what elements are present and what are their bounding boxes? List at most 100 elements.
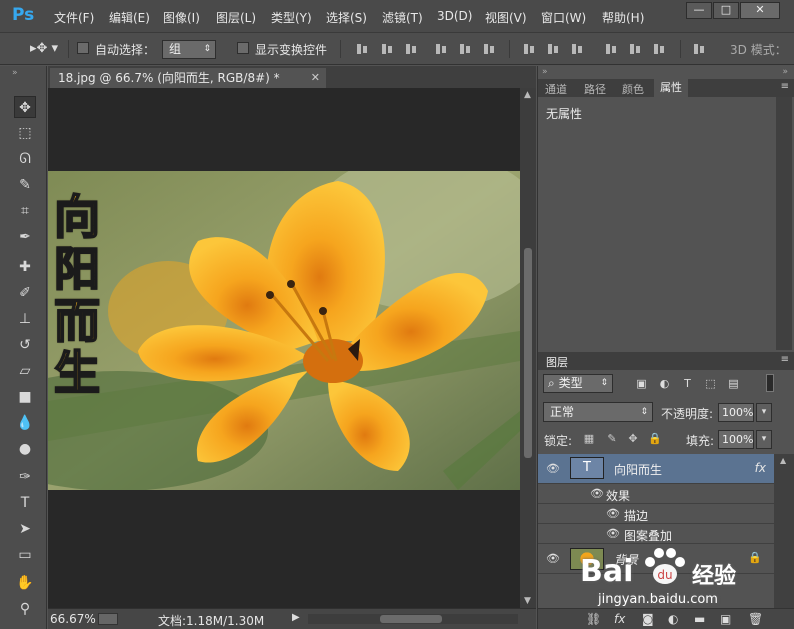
collapse-icon[interactable]: »: [12, 68, 18, 78]
distribute-hcenter-icon[interactable]: [628, 42, 642, 56]
distribute-right-icon[interactable]: [652, 42, 666, 56]
tab-paths[interactable]: 路径: [584, 81, 606, 97]
distribute-top-icon[interactable]: [522, 42, 536, 56]
scroll-up-icon[interactable]: ▲: [780, 456, 786, 465]
path-select-tool-icon[interactable]: ➤: [14, 518, 36, 540]
zoom-level[interactable]: 66.67%: [50, 612, 96, 626]
menu-filter[interactable]: 滤镜(T): [382, 9, 423, 26]
align-bottom-icon[interactable]: [404, 42, 418, 56]
close-button[interactable]: ✕: [740, 2, 780, 19]
menu-3d[interactable]: 3D(D): [437, 9, 472, 23]
type-tool-icon[interactable]: T: [14, 492, 36, 514]
layer-row-text[interactable]: 👁 T 向阳而生 fx: [538, 454, 774, 484]
restore-button[interactable]: □: [713, 2, 739, 19]
gradient-tool-icon[interactable]: ■: [14, 386, 36, 408]
move-tool-preset-icon[interactable]: ▸✥ ▾: [30, 41, 58, 56]
filter-adjustment-icon[interactable]: ◐: [658, 377, 671, 390]
align-right-icon[interactable]: [482, 42, 496, 56]
minimize-button[interactable]: —: [686, 2, 712, 19]
layers-title[interactable]: 图层: [546, 354, 568, 370]
tab-color[interactable]: 颜色: [622, 81, 644, 97]
menu-image[interactable]: 图像(I): [163, 9, 200, 26]
align-vcenter-icon[interactable]: [380, 42, 394, 56]
filter-toggle[interactable]: [766, 374, 774, 392]
align-hcenter-icon[interactable]: [458, 42, 472, 56]
distribute-vcenter-icon[interactable]: [546, 42, 560, 56]
filter-smart-object-icon[interactable]: ▤: [727, 377, 740, 390]
document-tab[interactable]: 18.jpg @ 66.7% (向阳而生, RGB/8#) * ✕: [50, 68, 326, 88]
lock-all-icon[interactable]: 🔒: [648, 433, 662, 445]
tab-properties[interactable]: 属性: [654, 79, 688, 97]
filter-shape-icon[interactable]: ⬚: [704, 377, 717, 390]
blur-tool-icon[interactable]: 💧: [14, 412, 36, 434]
canvas-area[interactable]: 向 阳 而 生: [48, 88, 520, 608]
clone-stamp-tool-icon[interactable]: ⊥: [14, 308, 36, 330]
menu-layer[interactable]: 图层(L): [216, 9, 256, 26]
distribute-bottom-icon[interactable]: [570, 42, 584, 56]
menu-help[interactable]: 帮助(H): [602, 9, 644, 26]
dodge-tool-icon[interactable]: ●: [14, 438, 36, 460]
hand-tool-icon[interactable]: ✋: [14, 572, 36, 594]
properties-scrollbar[interactable]: [776, 97, 792, 350]
eye-icon[interactable]: 👁: [546, 552, 560, 565]
opacity-input[interactable]: 100%: [718, 403, 754, 422]
collapse-icon[interactable]: »: [782, 67, 788, 77]
distribute-left-icon[interactable]: [604, 42, 618, 56]
lock-pixels-icon[interactable]: ✎: [606, 433, 618, 445]
menu-view[interactable]: 视图(V): [485, 9, 527, 26]
eye-icon[interactable]: 👁: [590, 487, 604, 500]
menu-select[interactable]: 选择(S): [326, 9, 367, 26]
close-tab-icon[interactable]: ✕: [311, 68, 320, 88]
lasso-tool-icon[interactable]: ᘏ: [14, 148, 36, 170]
layer-filter-dropdown[interactable]: ⌕ 类型 ⇕: [543, 374, 613, 393]
menu-type[interactable]: 类型(Y): [271, 9, 312, 26]
fill-input[interactable]: 100%: [718, 430, 754, 449]
canvas-vertical-scrollbar[interactable]: ▲ ▼: [520, 88, 536, 608]
auto-align-icon[interactable]: [692, 42, 706, 56]
fx-icon[interactable]: fx: [755, 461, 766, 475]
status-menu-arrow-icon[interactable]: ▶: [292, 612, 300, 623]
panel-menu-icon[interactable]: ≡: [781, 354, 789, 365]
eye-icon[interactable]: 👁: [606, 527, 620, 540]
align-left-icon[interactable]: [434, 42, 448, 56]
auto-select-checkbox[interactable]: [77, 42, 89, 54]
filter-type-icon[interactable]: T: [681, 377, 694, 390]
pen-tool-icon[interactable]: ✑: [14, 466, 36, 488]
menu-file[interactable]: 文件(F): [54, 9, 94, 26]
eyedropper-tool-icon[interactable]: ✒: [14, 226, 36, 248]
tab-channels[interactable]: 通道: [545, 81, 567, 97]
canvas-horizontal-scrollbar[interactable]: [308, 614, 518, 624]
fill-dropdown-icon[interactable]: ▾: [756, 430, 772, 449]
align-top-icon[interactable]: [355, 42, 369, 56]
scroll-down-icon[interactable]: ▼: [524, 596, 531, 606]
lock-transparent-icon[interactable]: ▦: [583, 433, 595, 445]
healing-brush-tool-icon[interactable]: ✚: [14, 256, 36, 278]
brush-tool-icon[interactable]: ✐: [14, 282, 36, 304]
panel-menu-icon[interactable]: ≡: [781, 81, 789, 92]
history-brush-tool-icon[interactable]: ↺: [14, 334, 36, 356]
lock-position-icon[interactable]: ✥: [627, 433, 639, 445]
zoom-tool-icon[interactable]: ⚲: [14, 598, 36, 620]
eye-icon[interactable]: 👁: [606, 507, 620, 520]
crop-tool-icon[interactable]: ⌗: [14, 200, 36, 222]
scroll-thumb[interactable]: [524, 248, 532, 458]
scroll-thumb[interactable]: [380, 615, 442, 623]
menu-window[interactable]: 窗口(W): [541, 9, 586, 26]
filter-pixel-icon[interactable]: ▣: [635, 377, 648, 390]
blend-mode-dropdown[interactable]: 正常 ⇕: [543, 402, 653, 422]
eye-icon[interactable]: 👁: [546, 462, 560, 475]
move-tool-icon[interactable]: ✥: [14, 96, 36, 118]
rectangle-tool-icon[interactable]: ▭: [14, 544, 36, 566]
effects-row[interactable]: 👁 效果: [538, 484, 774, 504]
auto-select-dropdown[interactable]: 组 ⇕: [162, 40, 216, 59]
photo-canvas[interactable]: 向 阳 而 生: [48, 171, 520, 490]
status-info-icon[interactable]: [98, 613, 118, 625]
scroll-up-icon[interactable]: ▲: [524, 90, 531, 100]
effect-stroke-row[interactable]: 👁 描边: [538, 504, 774, 524]
quick-select-tool-icon[interactable]: ✎: [14, 174, 36, 196]
show-transform-checkbox[interactable]: [237, 42, 249, 54]
menu-edit[interactable]: 编辑(E): [109, 9, 150, 26]
layer-name[interactable]: 向阳而生: [614, 461, 662, 478]
eraser-tool-icon[interactable]: ▱: [14, 360, 36, 382]
collapse-icon[interactable]: »: [542, 67, 548, 77]
